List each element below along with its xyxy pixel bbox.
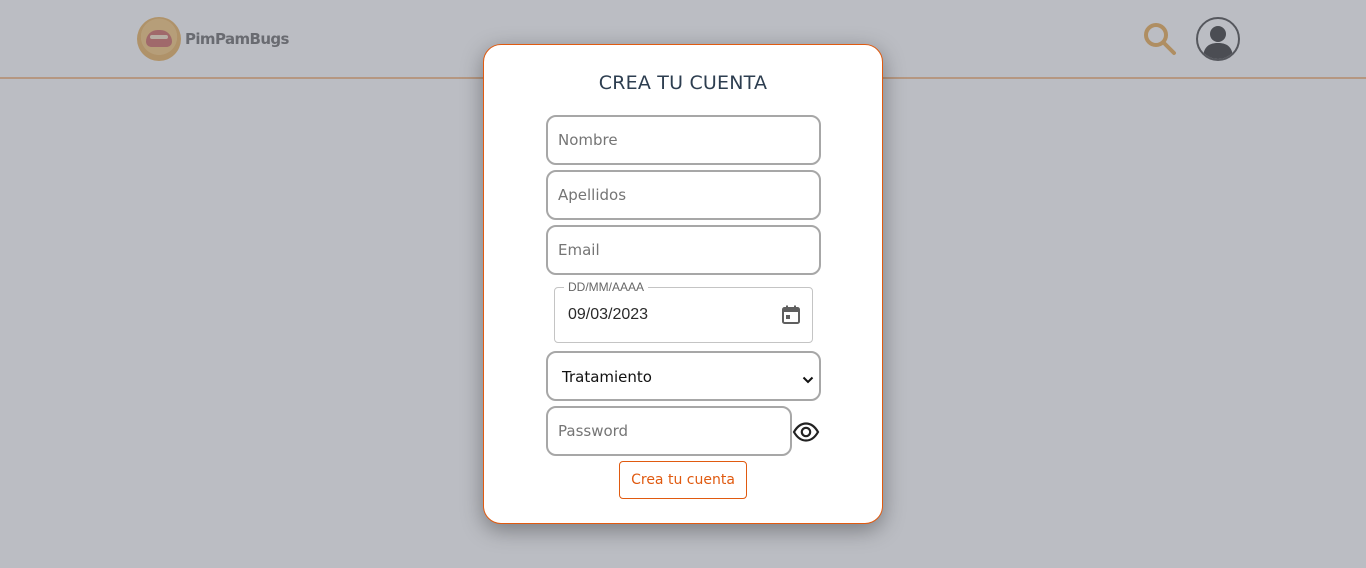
signup-modal: CREA TU CUENTA DD/MM/AAAA 09/03/2023 Tra… [483, 44, 883, 524]
tratamiento-select[interactable]: Tratamiento [546, 351, 821, 401]
nombre-input[interactable] [546, 115, 821, 165]
chevron-down-icon [802, 372, 814, 384]
birthdate-label: DD/MM/AAAA [564, 280, 649, 294]
modal-title: CREA TU CUENTA [598, 72, 768, 94]
eye-icon[interactable] [792, 420, 820, 444]
birthdate-value[interactable]: 09/03/2023 [568, 306, 648, 324]
password-input[interactable] [546, 406, 792, 456]
apellidos-input[interactable] [546, 170, 821, 220]
create-account-button[interactable]: Crea tu cuenta [619, 461, 747, 499]
tratamiento-selected: Tratamiento [562, 368, 652, 386]
birthdate-field[interactable]: DD/MM/AAAA 09/03/2023 [554, 280, 813, 343]
calendar-icon[interactable] [779, 303, 803, 327]
email-input[interactable] [546, 225, 821, 275]
